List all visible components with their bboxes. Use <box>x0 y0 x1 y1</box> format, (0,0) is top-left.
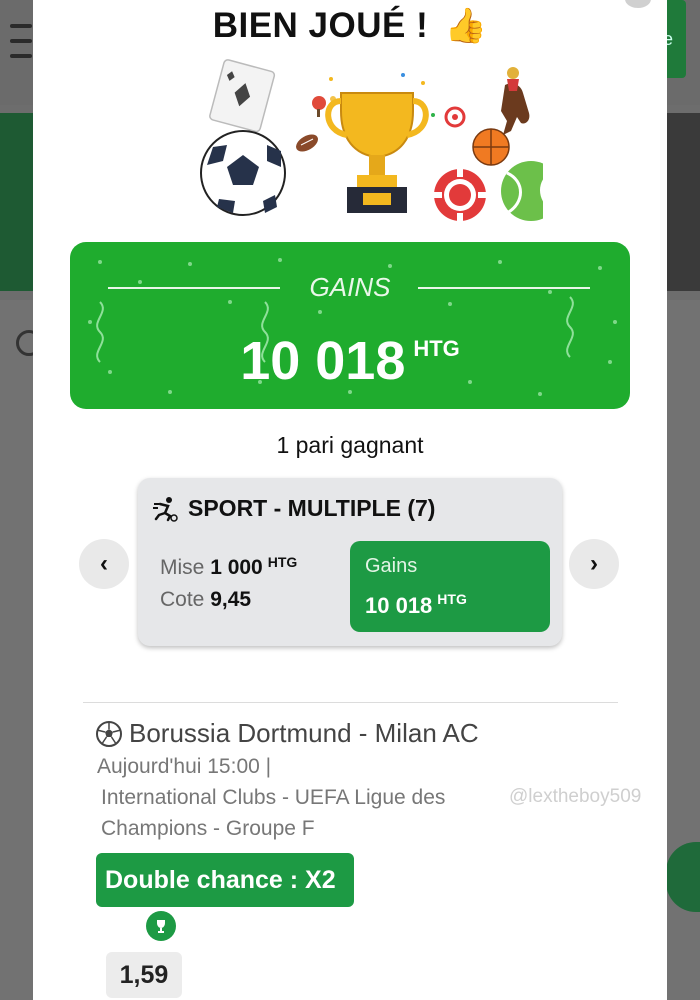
chevron-right-icon: › <box>590 550 598 577</box>
odds-value: 9,45 <box>210 588 252 611</box>
rugby-ball-icon <box>296 134 318 152</box>
football-icon <box>96 720 122 747</box>
thumbs-up-icon: 👍 <box>444 7 488 45</box>
watermark: @lextheboy509 <box>509 786 642 807</box>
playing-card-icon <box>209 59 276 133</box>
hamburger-menu-icon <box>10 24 32 58</box>
bet-gains-label: Gains <box>365 555 418 577</box>
gains-amount-value: 10 018 <box>240 331 406 391</box>
background-banner-right <box>666 113 700 291</box>
football-icon <box>200 130 286 216</box>
odds-label: Cote <box>160 588 205 611</box>
previous-bet-button[interactable]: ‹ <box>79 539 129 589</box>
gains-label: GAINS <box>309 272 391 302</box>
modal-title: BIEN JOUÉ ! 👍 <box>33 6 667 46</box>
sports-trophy-illustration <box>200 59 543 221</box>
selection-badge: Double chance : X2 <box>96 853 354 907</box>
gains-currency: HTG <box>413 336 460 361</box>
chevron-left-icon: ‹ <box>100 550 108 577</box>
trophy-icon <box>325 92 429 213</box>
trophy-icon <box>146 911 176 941</box>
bet-title: SPORT - MULTIPLE (7) <box>152 495 435 522</box>
divider <box>83 702 618 703</box>
win-modal: BIEN JOUÉ ! 👍 GAINS 10 018 HTG 1 pari ga… <box>33 0 667 1000</box>
tennis-ball-icon <box>501 161 543 221</box>
sport-runner-icon <box>153 496 178 522</box>
horse-racing-icon <box>501 67 530 135</box>
bet-gains-currency: HTG <box>437 591 467 607</box>
winning-bets-count: 1 pari gagnant <box>276 432 424 458</box>
match-competition-group: Champions - Groupe F <box>101 817 315 840</box>
stake-row: Mise 1 000 HTG <box>160 554 298 580</box>
bet-gains-box: Gains 10 018 HTG <box>350 541 550 632</box>
stake-value: 1 000 <box>210 556 263 579</box>
stake-currency: HTG <box>267 554 298 570</box>
gains-amount: 10 018 HTG <box>70 330 630 392</box>
bet-summary-card[interactable]: SPORT - MULTIPLE (7) Mise 1 000 HTG Cote … <box>138 478 562 646</box>
target-icon <box>444 106 466 128</box>
bet-title-text: SPORT - MULTIPLE (7) <box>188 495 436 521</box>
selection-odds: 1,59 <box>106 952 182 998</box>
match-time: Aujourd'hui 15:00 | <box>97 755 272 778</box>
odds-row: Cote 9,45 <box>160 588 251 612</box>
bet-gains-value: 10 018 <box>365 593 433 618</box>
bet-gains-amount: 10 018 HTG <box>365 591 467 619</box>
match-competition: International Clubs - UEFA Ligue des <box>101 786 446 809</box>
match-title-text: Borussia Dortmund - Milan AC <box>129 718 479 748</box>
background-banner-left <box>0 113 34 291</box>
total-gains-banner: GAINS 10 018 HTG <box>70 242 630 409</box>
poker-chip-icon <box>434 169 486 221</box>
next-bet-button[interactable]: › <box>569 539 619 589</box>
stake-label: Mise <box>160 556 205 579</box>
match-title: Borussia Dortmund - Milan AC <box>95 718 479 749</box>
modal-title-text: BIEN JOUÉ ! <box>212 6 429 45</box>
